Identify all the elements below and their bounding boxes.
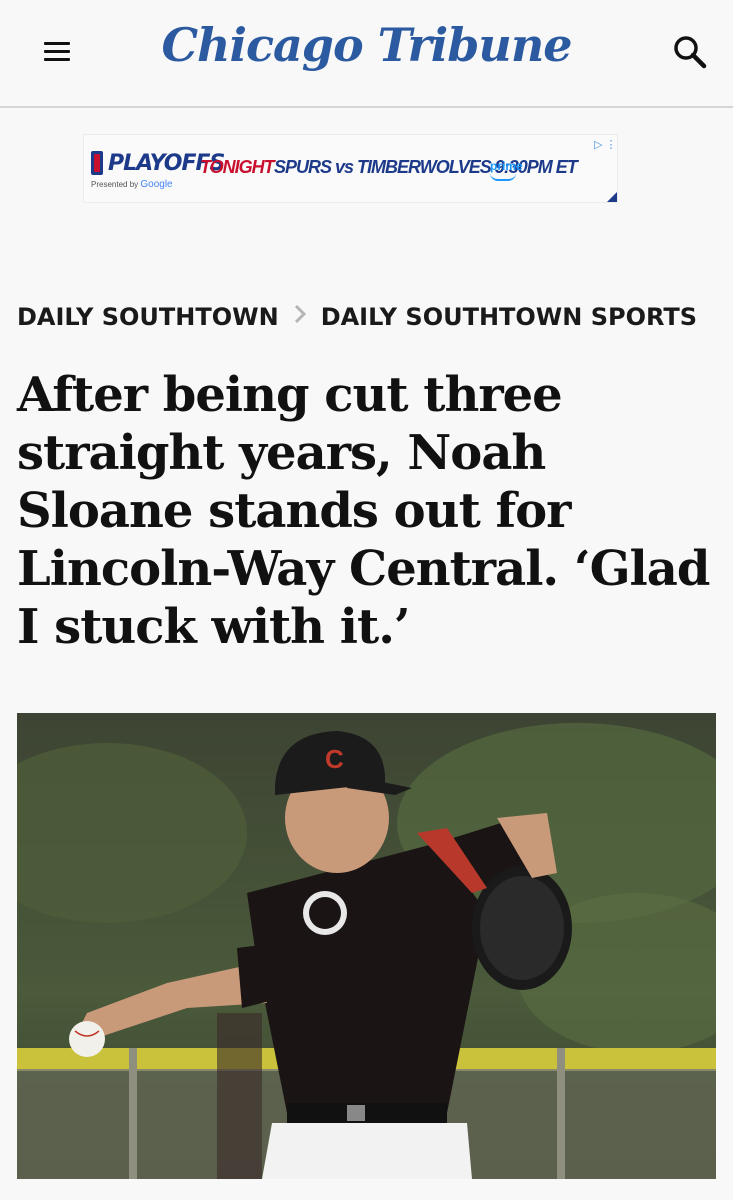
ad-presented-by: Presented by Google: [91, 179, 173, 190]
adchoices-icon[interactable]: ▷ ⋮: [594, 138, 617, 151]
pitcher-photo-illustration: C: [17, 713, 716, 1179]
ad-tonight: TONIGHT: [200, 157, 275, 177]
cap-logo-letter: C: [325, 744, 344, 774]
breadcrumb: DAILY SOUTHTOWN DAILY SOUTHTOWN SPORTS: [17, 302, 697, 336]
ad-stripe-graphic: [607, 192, 617, 202]
site-logo[interactable]: Chicago Tribune: [0, 18, 733, 72]
prime-smile-icon: [490, 173, 516, 181]
nba-logo-icon: [91, 151, 103, 175]
site-header: Chicago Tribune: [0, 0, 733, 108]
article-photo[interactable]: C: [17, 713, 716, 1179]
breadcrumb-daily-southtown[interactable]: DAILY SOUTHTOWN: [17, 303, 279, 331]
ad-partner: prime: [490, 159, 523, 173]
chevron-right-icon: [293, 303, 307, 331]
search-icon[interactable]: [670, 32, 710, 72]
ad-matchup: SPURS vs TIMBERWOLVES 9:30PM ET: [274, 157, 578, 177]
article-headline: After being cut three straight years, No…: [17, 367, 710, 655]
breadcrumb-daily-southtown-sports[interactable]: DAILY SOUTHTOWN SPORTS: [321, 303, 697, 331]
advertisement-banner[interactable]: PLAYOFFS Presented by Google TONIGHT SPU…: [83, 134, 618, 203]
